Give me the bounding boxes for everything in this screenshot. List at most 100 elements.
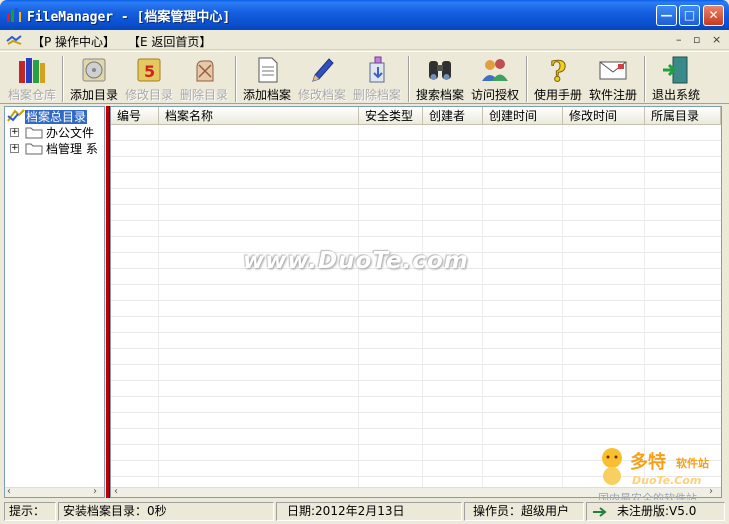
question-icon: ? bbox=[550, 55, 567, 85]
folder-icon bbox=[25, 127, 43, 139]
add-folder-disc-icon bbox=[82, 58, 106, 82]
mdi-minimize-button[interactable]: – bbox=[676, 33, 682, 46]
edit-folder-icon: 5 bbox=[137, 58, 161, 82]
brand-name: 多特 bbox=[630, 452, 666, 473]
brand-url: DuoTe.Com bbox=[632, 474, 702, 487]
window-title: FileManager - [档案管理中心] bbox=[27, 10, 231, 25]
scroll-right-icon[interactable]: › bbox=[93, 486, 97, 497]
minimize-button[interactable]: — bbox=[656, 5, 677, 26]
edit-archive-button[interactable]: 修改档案 bbox=[294, 54, 350, 104]
exit-system-button[interactable]: 退出系统 bbox=[648, 54, 704, 104]
directory-tree[interactable]: 档案总目录 + 办公文件 + 档管理 系 ‹ › bbox=[4, 106, 105, 498]
add-directory-button[interactable]: 添加目录 bbox=[66, 54, 122, 104]
envelope-icon bbox=[599, 61, 627, 80]
brand-suffix: 软件站 bbox=[676, 457, 709, 470]
add-archive-button[interactable]: 添加档案 bbox=[239, 54, 295, 104]
mdi-doc-icon bbox=[6, 35, 22, 45]
binoculars-icon bbox=[429, 61, 451, 80]
grid-line bbox=[358, 125, 359, 487]
delete-document-icon bbox=[369, 56, 385, 83]
toolbar-label: 使用手册 bbox=[533, 88, 582, 102]
column-header-creator[interactable]: 创建者 bbox=[423, 107, 483, 125]
menu-operation-center[interactable]: 【P 操作中心】 bbox=[32, 33, 115, 50]
root-folder-icon bbox=[7, 109, 25, 122]
search-archive-button[interactable]: 搜索档案 bbox=[412, 54, 468, 104]
exit-door-icon bbox=[663, 56, 688, 84]
folder-icon bbox=[25, 143, 43, 155]
grid-line bbox=[644, 125, 645, 487]
svg-text:?: ? bbox=[550, 55, 566, 85]
watermark-text: www.DuoTe.com bbox=[243, 248, 469, 274]
tree-item-label: 档案总目录 bbox=[25, 110, 88, 124]
toolbar-label: 添加档案 bbox=[242, 88, 291, 102]
brand-logo: 多特 软件站 DuoTe.Com 国内最安全的软件站 bbox=[596, 446, 726, 506]
menu-back-home[interactable]: 【E 返回首页】 bbox=[128, 33, 211, 50]
books-icon bbox=[19, 58, 45, 83]
archive-list[interactable]: 编号 档案名称 安全类型 创建者 创建时间 修改时间 所属目录 ‹ › bbox=[110, 106, 722, 498]
scroll-left-icon[interactable]: ‹ bbox=[7, 486, 11, 497]
toolbar-label: 软件注册 bbox=[588, 88, 637, 102]
archive-warehouse-button[interactable]: 档案仓库 bbox=[4, 54, 60, 104]
delete-archive-button[interactable]: 删除档案 bbox=[349, 54, 405, 104]
tree-item-office-files[interactable]: + 办公文件 bbox=[5, 124, 104, 140]
close-button[interactable]: ✕ bbox=[703, 5, 724, 26]
status-bar: 提示： 安装档案目录：0秒 日期:2012年2月13日 操作员：超级用户 未注册… bbox=[0, 500, 729, 524]
title-bar: FileManager - [档案管理中心] — □ ✕ bbox=[0, 0, 729, 30]
toolbar-separator bbox=[235, 56, 237, 102]
delete-folder-icon bbox=[196, 60, 214, 82]
tree-item-label: 档管理 系 bbox=[46, 142, 98, 156]
tree-item-root[interactable]: 档案总目录 bbox=[7, 108, 88, 124]
menu-bar: 【P 操作中心】 【E 返回首页】 – ▫ × bbox=[0, 30, 729, 50]
svg-text:5: 5 bbox=[144, 62, 155, 81]
grid-line bbox=[562, 125, 563, 487]
maximize-button[interactable]: □ bbox=[679, 5, 700, 26]
software-register-button[interactable]: 软件注册 bbox=[585, 54, 641, 104]
toolbar: 档案仓库 添加目录 5 修改目录 删除目录 添加档案 修改档案 删除档案 搜索档… bbox=[0, 51, 729, 104]
mdi-restore-button[interactable]: ▫ bbox=[693, 33, 700, 46]
grid-line bbox=[158, 125, 159, 487]
toolbar-label: 添加目录 bbox=[69, 88, 118, 102]
edit-directory-button[interactable]: 5 修改目录 bbox=[121, 54, 177, 104]
user-manual-button[interactable]: ? 使用手册 bbox=[530, 54, 586, 104]
list-grid bbox=[111, 125, 721, 487]
access-authorization-button[interactable]: 访问授权 bbox=[467, 54, 523, 104]
status-hint-label: 提示： bbox=[4, 502, 56, 521]
column-header-name[interactable]: 档案名称 bbox=[159, 107, 359, 125]
grid-line bbox=[422, 125, 423, 487]
users-key-icon bbox=[482, 59, 508, 81]
list-header: 编号 档案名称 安全类型 创建者 创建时间 修改时间 所属目录 bbox=[111, 107, 721, 125]
arrow-right-icon bbox=[593, 507, 607, 517]
column-header-modified[interactable]: 修改时间 bbox=[563, 107, 645, 125]
toolbar-separator bbox=[62, 56, 64, 102]
toolbar-label: 修改档案 bbox=[297, 88, 346, 102]
toolbar-label: 退出系统 bbox=[651, 88, 700, 102]
status-hint: 安装档案目录：0秒 bbox=[58, 502, 274, 521]
toolbar-label: 搜索档案 bbox=[415, 88, 464, 102]
tree-horizontal-scrollbar[interactable]: ‹ › bbox=[5, 486, 104, 497]
tree-item-label: 办公文件 bbox=[46, 126, 95, 140]
column-header-id[interactable]: 编号 bbox=[111, 107, 159, 125]
toolbar-separator bbox=[408, 56, 410, 102]
column-header-directory[interactable]: 所属目录 bbox=[645, 107, 721, 125]
expand-icon[interactable]: + bbox=[10, 128, 19, 137]
status-version-text: 未注册版:V5.0 bbox=[617, 504, 697, 518]
delete-directory-button[interactable]: 删除目录 bbox=[176, 54, 232, 104]
tree-item-archive-mgmt[interactable]: + 档管理 系 bbox=[5, 140, 104, 156]
toolbar-label: 档案仓库 bbox=[7, 88, 56, 102]
app-icon bbox=[7, 8, 21, 22]
grid-line bbox=[482, 125, 483, 487]
toolbar-separator bbox=[526, 56, 528, 102]
toolbar-label: 删除档案 bbox=[352, 88, 401, 102]
toolbar-label: 删除目录 bbox=[179, 88, 228, 102]
toolbar-label: 修改目录 bbox=[124, 88, 173, 102]
scroll-left-icon[interactable]: ‹ bbox=[114, 486, 118, 497]
toolbar-separator bbox=[644, 56, 646, 102]
pen-icon bbox=[312, 58, 334, 82]
add-document-icon bbox=[258, 57, 278, 83]
status-operator: 操作员：超级用户 bbox=[464, 502, 584, 521]
column-header-security[interactable]: 安全类型 bbox=[359, 107, 423, 125]
expand-icon[interactable]: + bbox=[10, 144, 19, 153]
column-header-created[interactable]: 创建时间 bbox=[483, 107, 563, 125]
mdi-close-button[interactable]: × bbox=[712, 33, 721, 46]
mascot-icon bbox=[602, 448, 622, 485]
